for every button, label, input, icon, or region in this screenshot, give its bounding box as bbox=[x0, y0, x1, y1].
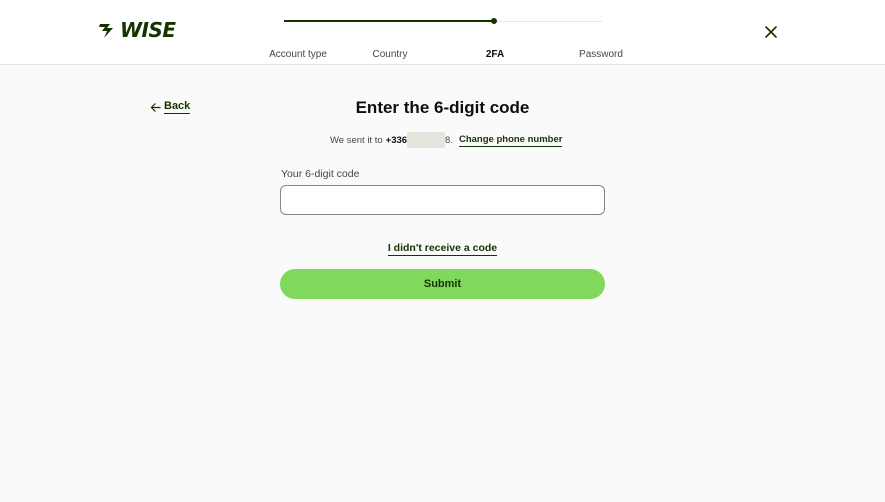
code-field-label: Your 6-digit code bbox=[281, 168, 360, 180]
step-password: Password bbox=[579, 49, 623, 60]
code-input[interactable] bbox=[280, 185, 605, 215]
no-code-container: I didn't receive a code bbox=[0, 238, 885, 256]
stepper-progress bbox=[284, 20, 494, 22]
didnt-receive-code-link[interactable]: I didn't receive a code bbox=[387, 242, 498, 256]
sent-to-text: We sent it to +336 8. Change phone numbe… bbox=[330, 132, 563, 148]
phone-number-suffix: 8. bbox=[445, 134, 453, 146]
stepper-current-dot bbox=[491, 18, 497, 24]
logo-text: WISE bbox=[120, 18, 176, 42]
change-phone-number-link[interactable]: Change phone number bbox=[458, 134, 563, 147]
top-bar: WISE Account type Country 2FA Password bbox=[0, 0, 885, 65]
step-account-type: Account type bbox=[269, 49, 327, 60]
close-icon[interactable] bbox=[763, 24, 779, 40]
step-2fa: 2FA bbox=[485, 49, 505, 60]
phone-number-prefix: +336 bbox=[385, 134, 408, 146]
signup-stepper: Account type Country 2FA Password bbox=[269, 18, 623, 60]
redacted-phone-digits bbox=[407, 132, 446, 148]
wise-logo[interactable]: WISE bbox=[99, 19, 176, 41]
submit-button[interactable]: Submit bbox=[280, 269, 605, 299]
page-title: Enter the 6-digit code bbox=[355, 98, 530, 117]
sent-prefix: We sent it to bbox=[330, 134, 383, 146]
wise-flag-icon bbox=[99, 24, 113, 38]
step-country: Country bbox=[372, 49, 408, 60]
